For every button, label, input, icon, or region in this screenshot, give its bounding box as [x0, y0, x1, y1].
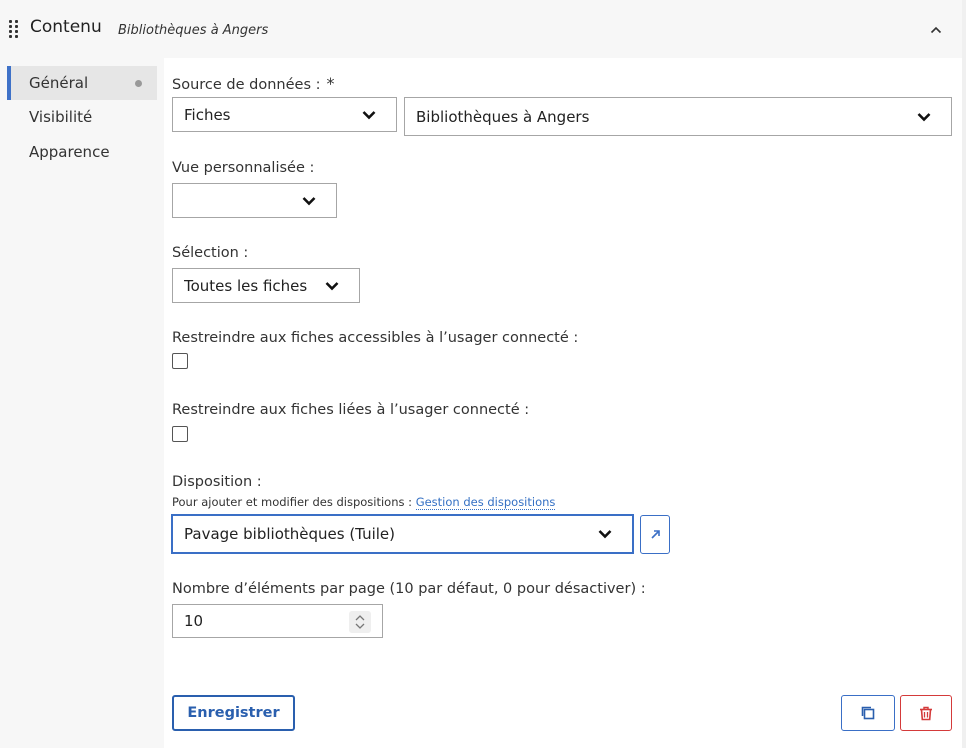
block-title: Contenu	[30, 17, 102, 37]
duplicate-button[interactable]	[841, 695, 895, 731]
trash-icon	[920, 706, 932, 720]
select-value: Bibliothèques à Angers	[416, 107, 590, 126]
restrict-accessible-label: Restreindre aux fiches accessibles à l’u…	[172, 330, 579, 346]
sidebar-item-label: Visibilité	[29, 108, 93, 126]
chevron-down-icon	[362, 110, 376, 119]
save-button[interactable]: Enregistrer	[172, 695, 295, 731]
disposition-label: Disposition :	[172, 474, 262, 490]
drag-handle-icon[interactable]	[9, 20, 19, 38]
number-spinner[interactable]	[349, 611, 371, 633]
chevron-down-icon	[302, 196, 316, 205]
sidebar-item-label: Général	[29, 74, 89, 92]
block-subtitle: Bibliothèques à Angers	[118, 23, 269, 38]
sidebar-item-label: Apparence	[29, 143, 110, 161]
delete-button[interactable]	[900, 695, 952, 731]
sidebar: Général Visibilité Apparence	[0, 58, 164, 748]
duplicate-icon	[861, 706, 875, 720]
disposition-select[interactable]: Pavage bibliothèques (Tuile)	[171, 514, 634, 554]
chevron-down-icon	[598, 530, 612, 539]
selection-label: Sélection :	[172, 245, 249, 261]
chevron-up-icon	[930, 26, 942, 34]
manage-dispositions-link[interactable]: Gestion des dispositions	[415, 495, 556, 510]
disposition-help: Pour ajouter et modifier des disposition…	[172, 495, 556, 510]
block-header: Contenu Bibliothèques à Angers	[0, 0, 962, 58]
select-value: Pavage bibliothèques (Tuile)	[184, 525, 395, 543]
sidebar-item-visibility[interactable]: Visibilité	[7, 100, 157, 134]
collapse-button[interactable]	[924, 18, 948, 42]
required-mark: *	[326, 74, 335, 93]
data-source-select[interactable]: Bibliothèques à Angers	[404, 97, 952, 136]
open-disposition-button[interactable]	[640, 515, 670, 554]
source-type-select[interactable]: Fiches	[172, 97, 397, 132]
source-label: Source de données : *	[172, 74, 335, 93]
custom-view-select[interactable]	[172, 183, 337, 218]
panel-edge	[962, 0, 966, 748]
input-value: 10	[184, 612, 204, 630]
chevron-down-icon	[917, 112, 931, 121]
restrict-linked-checkbox[interactable]	[172, 426, 188, 442]
items-per-page-label: Nombre d’éléments par page (10 par défau…	[172, 581, 646, 597]
chevron-down-icon	[325, 281, 339, 290]
selection-select[interactable]: Toutes les fiches	[172, 268, 360, 303]
active-dot-icon	[135, 80, 142, 87]
items-per-page-input[interactable]: 10	[172, 604, 383, 638]
sidebar-item-general[interactable]: Général	[7, 66, 157, 100]
restrict-accessible-checkbox[interactable]	[172, 353, 188, 369]
sidebar-item-appearance[interactable]: Apparence	[7, 135, 157, 169]
external-link-icon	[650, 530, 660, 539]
custom-view-label: Vue personnalisée :	[172, 160, 315, 176]
restrict-linked-label: Restreindre aux fiches liées à l’usager …	[172, 402, 530, 418]
spinner-arrows-icon	[355, 615, 365, 629]
